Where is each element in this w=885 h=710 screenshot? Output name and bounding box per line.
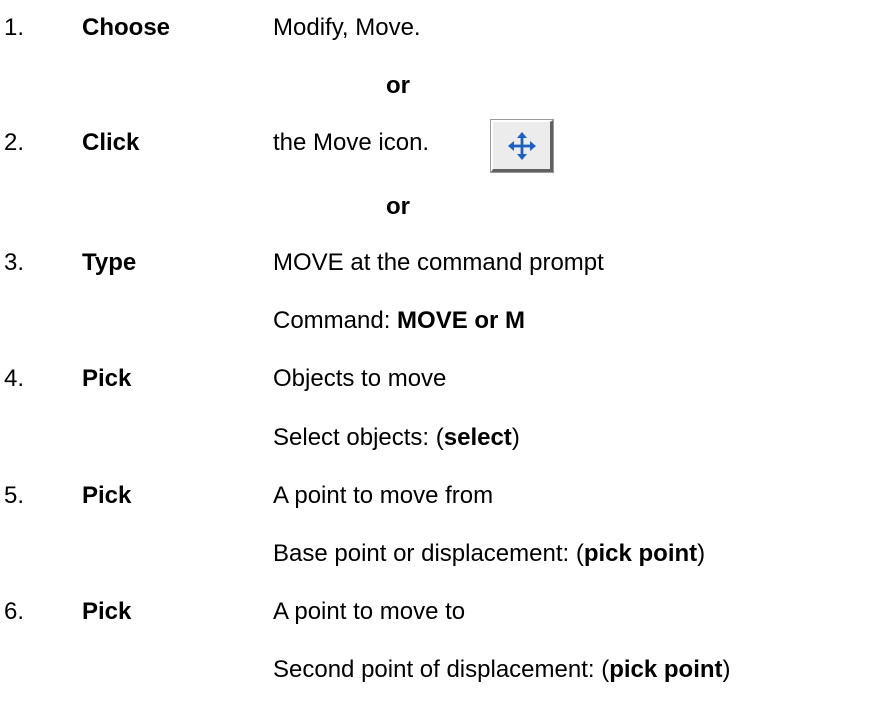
step-4-text: Objects to move [273,365,447,392]
step-4-prompt: Select objects: (select) [273,421,520,455]
step-6-prompt: Second point of displacement: (pick poin… [273,653,731,687]
step-5-prompt-value: pick point [583,540,698,567]
step-5-number: 5. [4,482,25,509]
step-5-text: A point to move from [273,482,494,509]
step-4-prompt-close: ) [511,424,520,451]
step-4-prompt-label: Select objects: ( [273,424,444,451]
step-6-prompt-close: ) [722,656,731,683]
step-1-verb: Choose [82,14,171,41]
step-3-prompt: Command: MOVE or M [273,304,525,338]
step-5-verb: Pick [82,482,132,509]
step-3-verb: Type [82,249,137,276]
step-1-number: 1. [4,14,25,41]
step-5-prompt-label: Base point or displacement: ( [273,540,584,567]
step-4-number: 4. [4,365,25,392]
step-5-prompt-close: ) [697,540,706,567]
step-4-prompt-value: select [443,424,512,451]
move-icon [507,131,536,160]
step-2-verb: Click [82,129,140,156]
step-6-number: 6. [4,598,25,625]
step-3-prompt-value: MOVE or M [397,307,526,334]
step-4-verb: Pick [82,365,132,392]
step-5-prompt: Base point or displacement: (pick point) [273,537,705,571]
step-6-verb: Pick [82,598,132,625]
move-icon-button[interactable] [491,120,553,172]
step-3-prompt-label: Command: [273,307,398,334]
step-6-text: A point to move to [273,598,466,625]
step-1-text: Modify, Move. [273,14,421,41]
or-separator-1: or [386,72,410,99]
step-2-number: 2. [4,129,25,156]
step-2-text: the Move icon. [273,129,430,156]
step-3-text: MOVE at the command prompt [273,249,604,276]
step-3-number: 3. [4,249,25,276]
step-6-prompt-label: Second point of displacement: ( [273,656,610,683]
step-6-prompt-value: pick point [609,656,723,683]
or-separator-2: or [386,193,410,220]
